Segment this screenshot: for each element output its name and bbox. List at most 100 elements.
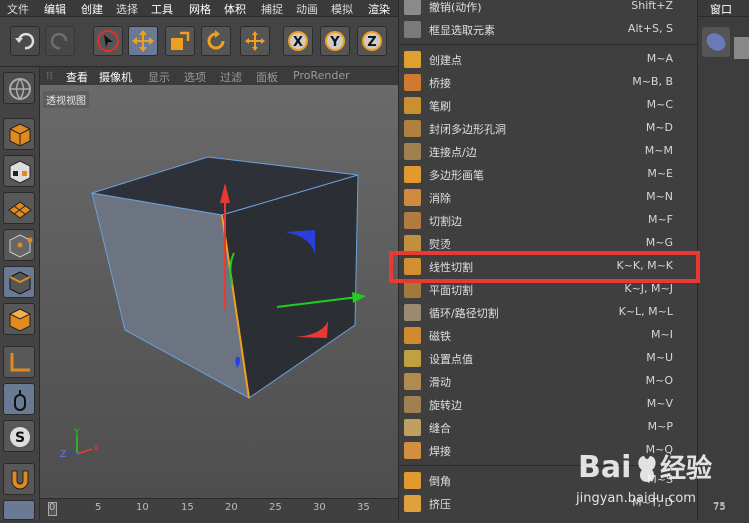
menu-item-connect-points-edges[interactable]: 连接点/边 M~M (399, 140, 699, 163)
axis-x-lock-button[interactable]: X (283, 26, 313, 56)
menu-select[interactable]: 选择 (116, 1, 138, 17)
model-mode-button[interactable] (3, 118, 35, 150)
gizmo-x-arrow[interactable] (352, 292, 366, 303)
spin-edge-icon (404, 396, 421, 413)
menu-item-stitch[interactable]: 缝合 M~P (399, 416, 699, 439)
vp-menu-display[interactable]: 显示 (148, 69, 170, 85)
viewport-title-tag: 透视视图 (43, 91, 89, 108)
menu-item-set-point-value[interactable]: 设置点值 M~U (399, 347, 699, 370)
points-mode-button[interactable] (3, 229, 35, 261)
timeline-tick: 0 (49, 502, 56, 513)
plane-cut-icon (404, 281, 421, 298)
undo-action-icon (404, 0, 421, 15)
polygons-mode-button[interactable] (3, 303, 35, 335)
dissolve-icon (404, 189, 421, 206)
menu-item-brush[interactable]: 笔刷 M~C (399, 94, 699, 117)
menu-item-dissolve[interactable]: 消除 M~N (399, 186, 699, 209)
menu-create[interactable]: 创建 (81, 1, 103, 17)
menu-snap[interactable]: 捕捉 (261, 1, 283, 17)
transform-tool-button[interactable] (240, 26, 270, 56)
menu-window[interactable]: 窗口 (710, 1, 732, 17)
menu-item-loop-path-cut[interactable]: 循环/路径切割 K~L, M~L (399, 301, 699, 324)
axis-y-lock-button[interactable]: Y (320, 26, 350, 56)
menu-item-edge-cut[interactable]: 切割边 M~F (399, 209, 699, 232)
undo-icon (15, 32, 35, 50)
highlight-annotation-box (389, 251, 700, 283)
grid-panel-icon (734, 37, 749, 59)
bridge-icon (404, 74, 421, 91)
menu-animate[interactable]: 动画 (296, 1, 318, 17)
menu-tools[interactable]: 工具 (151, 1, 173, 17)
menu-item-bridge[interactable]: 桥接 M~B, B (399, 71, 699, 94)
points-cube-icon (9, 234, 33, 258)
redo-icon (50, 32, 68, 50)
polygons-cube-icon (8, 308, 32, 332)
timeline-tick: 25 (269, 502, 282, 513)
menu-simulate[interactable]: 模拟 (331, 1, 353, 17)
snap-button[interactable]: S (3, 420, 35, 452)
axis-z-icon: Z (362, 31, 382, 51)
svg-text:X: X (293, 35, 303, 50)
menu-item-polygon-pen[interactable]: 多边形画笔 M~E (399, 163, 699, 186)
world-axis-x (76, 448, 93, 455)
timeline-tick: 15 (181, 502, 194, 513)
axis-x-icon: X (288, 31, 308, 51)
scale-icon (171, 31, 190, 50)
viewport-menubar: ⁞⁞ 查看 摄像机 显示 选项 过滤 面板 ProRender (40, 67, 398, 85)
bevel-icon (404, 472, 421, 489)
perspective-viewport[interactable]: Y X Z (40, 85, 398, 498)
transform-icon (245, 31, 265, 51)
axis-z-lock-button[interactable]: Z (357, 26, 387, 56)
rotate-tool-button[interactable] (201, 26, 231, 56)
menu-edit[interactable]: 编辑 (44, 1, 66, 17)
rotate-icon (207, 30, 225, 50)
tweak-mode-button[interactable] (3, 383, 35, 415)
checker-cube-icon (9, 160, 31, 184)
axis-mode-button[interactable] (3, 346, 35, 378)
redo-button[interactable] (45, 26, 75, 56)
menu-item-magnet[interactable]: 磁铁 M~I (399, 324, 699, 347)
timeline-tick: 5 (95, 502, 102, 513)
vp-menu-panel[interactable]: 面板 (256, 69, 278, 85)
menu-item-close-polygon-hole[interactable]: 封闭多边形孔洞 M~D (399, 117, 699, 140)
mouse-icon (14, 390, 26, 411)
svg-text:jingyan.baidu.com: jingyan.baidu.com (575, 491, 696, 506)
vp-menu-camera[interactable]: 摄像机 (99, 69, 132, 85)
menu-mesh[interactable]: 网格 (189, 1, 211, 17)
vp-menu-view[interactable]: 查看 (66, 69, 88, 85)
vp-menu-options[interactable]: 选项 (184, 69, 206, 85)
menu-volume[interactable]: 体积 (224, 1, 246, 17)
svg-text:S: S (15, 430, 25, 446)
menu-item-spin-edge[interactable]: 旋转边 M~V (399, 393, 699, 416)
axis-corner-icon (10, 353, 30, 372)
viewport-grip-icon: ⁞⁞ (46, 69, 53, 82)
texture-mode-button[interactable] (3, 155, 35, 187)
menu-file[interactable]: 文件 (7, 1, 29, 17)
weld-icon (404, 442, 421, 459)
edges-mode-button[interactable] (3, 266, 35, 298)
polygon-pen-icon (404, 166, 421, 183)
sphere-tool-button[interactable] (702, 27, 730, 57)
menu-item-slide[interactable]: 滑动 M~O (399, 370, 699, 393)
workplane-button[interactable] (3, 192, 35, 224)
menu-item-frame-selected[interactable]: 框显选取元素 Alt+S, S (399, 18, 699, 41)
world-axis-z (67, 452, 78, 455)
move-tool-button[interactable] (128, 26, 158, 56)
edge-cut-icon (404, 212, 421, 229)
magnet-tool-button[interactable] (3, 463, 35, 495)
timeline-ruler[interactable]: 0 5 10 15 20 25 30 35 75 (40, 498, 726, 520)
vp-menu-prorender[interactable]: ProRender (293, 69, 350, 82)
undo-button[interactable] (10, 26, 40, 56)
menu-item-undo-action[interactable]: 撤销(动作) Shift+Z (399, 0, 699, 18)
grid-toggle-button[interactable] (3, 500, 35, 520)
select-tool-button[interactable] (93, 26, 123, 56)
baidu-jingyan-watermark: Bai 经验 jingyan.baidu.com (560, 444, 749, 520)
set-point-value-icon (404, 350, 421, 367)
menu-item-create-point[interactable]: 创建点 M~A (399, 48, 699, 71)
scale-tool-button[interactable] (165, 26, 195, 56)
menu-render[interactable]: 渲染 (368, 1, 390, 17)
create-point-icon (404, 51, 421, 68)
world-axis-x-label: X (93, 444, 99, 454)
workspace-button[interactable] (3, 72, 35, 104)
vp-menu-filter[interactable]: 过滤 (220, 69, 242, 85)
